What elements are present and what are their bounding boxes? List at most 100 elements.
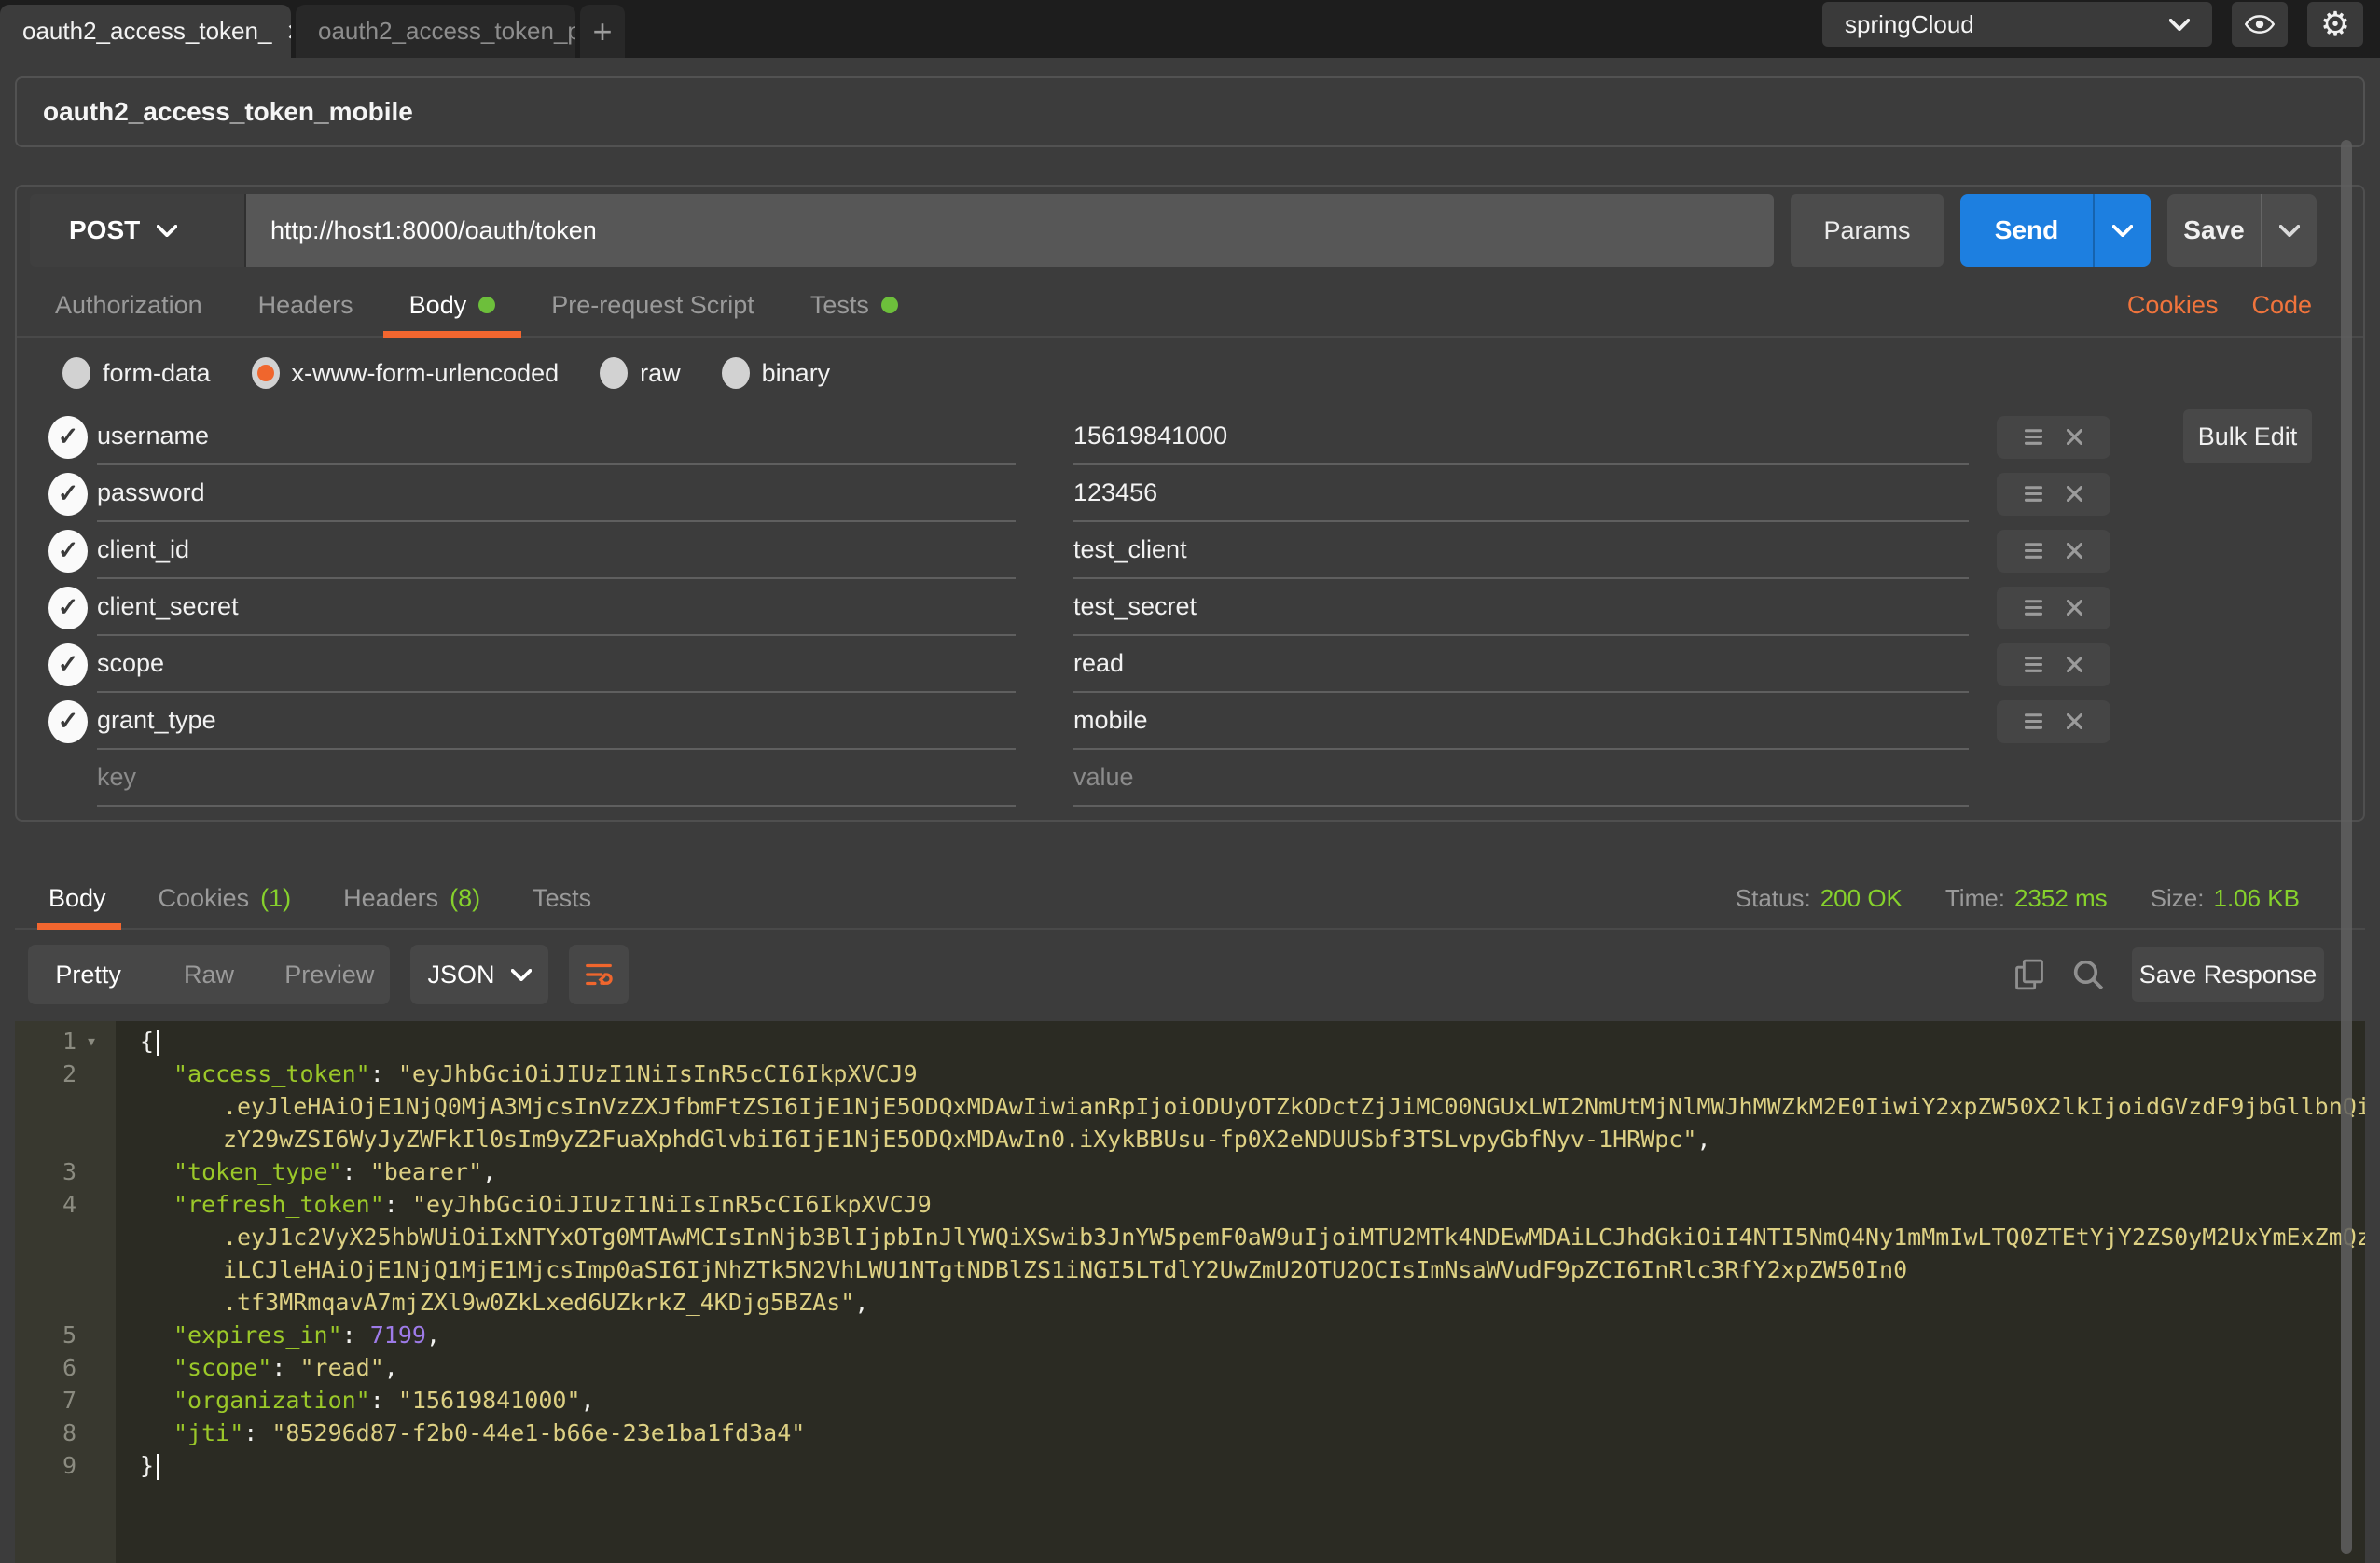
drag-handle-icon[interactable] [2025,486,2042,502]
response-format-selector[interactable]: JSON [410,945,548,1004]
settings-button[interactable]: ⚙ [2307,2,2363,47]
radio-selected-icon[interactable] [252,357,280,389]
response-section: BodyCookies(1)Headers(8)Tests Status:200… [15,868,2365,1563]
response-tab-headers[interactable]: Headers(8) [343,868,480,928]
response-toolbar: PrettyRawPreview JSON [15,945,2365,1004]
delete-row-icon[interactable] [2067,486,2082,502]
key-field[interactable]: client_secret [97,579,1016,636]
value-field[interactable]: read [1073,636,1969,693]
row-enabled-checkbox[interactable]: ✓ [48,587,88,629]
method-selector[interactable]: POST [30,194,246,267]
key-field[interactable]: password [97,465,1016,522]
code-line: 2"access_token": "eyJhbGciOiJIUzI1NiIsIn… [15,1058,2365,1090]
value-placeholder: value [1073,763,1134,792]
vertical-scrollbar[interactable] [2341,140,2352,1554]
response-tab-tests[interactable]: Tests [533,868,591,928]
url-input[interactable]: http://host1:8000/oauth/token [246,194,1774,267]
form-data-row: ✓client_id test_client [37,522,2363,579]
form-data-row: ✓ password 123456 [37,465,2363,522]
value-field[interactable]: mobile [1073,693,1969,750]
body-mode-binary[interactable]: binary [722,357,831,389]
view-mode-pretty[interactable]: Pretty [28,945,148,1004]
key-field[interactable]: scope [97,636,1016,693]
key-field[interactable]: key [97,750,1016,807]
tab-pre-request-script[interactable]: Pre-request Script [551,274,754,336]
pane-splitter[interactable] [0,822,2380,868]
row-enabled-checkbox[interactable]: ✓ [48,473,88,516]
request-tab-oauth2-access-token-passv[interactable]: oauth2_access_token_passv [296,5,575,58]
tab-tests[interactable]: Tests [810,274,898,336]
value-field[interactable]: 15619841000 [1073,408,1969,465]
delete-row-icon[interactable] [2067,543,2082,559]
row-enabled-checkbox[interactable]: ✓ [48,416,88,459]
response-body-viewer[interactable]: 1▾{2"access_token": "eyJhbGciOiJIUzI1NiI… [15,1021,2365,1563]
delete-row-icon[interactable] [2067,657,2082,672]
new-tab-button[interactable]: + [580,5,625,58]
body-mode-selector: form-data x-www-form-urlencoded raw binary [17,338,2363,408]
cookies-link[interactable]: Cookies [2127,291,2219,320]
drag-handle-icon[interactable] [2025,600,2042,616]
value-field[interactable]: value [1073,750,1969,807]
close-icon[interactable]: × [286,17,291,47]
value-field[interactable]: 123456 [1073,465,1969,522]
fold-gutter [76,1319,116,1351]
params-label: Params [1823,216,1910,245]
save-response-button[interactable]: Save Response [2132,947,2324,1002]
params-button[interactable]: Params [1791,194,1944,267]
radio-icon[interactable] [62,357,90,389]
code-text: iLCJleHAiOjE1NjQ1MjE1MjcsImp0aSI6IjNhZTk… [116,1253,1907,1286]
radio-icon[interactable] [722,357,750,389]
copy-response-button[interactable] [2014,959,2044,990]
code-line: 5"expires_in": 7199, [15,1319,2365,1351]
row-enabled-checkbox[interactable]: ✓ [48,700,88,743]
drag-handle-icon[interactable] [2025,713,2042,729]
value-field[interactable]: test_secret [1073,579,1969,636]
key-field[interactable]: username [97,408,1016,465]
code-line: .eyJ1c2VyX25hbWUiOiIxNTYxOTg0MTAwMCIsInN… [15,1221,2365,1253]
line-number: 3 [15,1155,76,1188]
environment-selector[interactable]: springCloud [1822,2,2212,47]
tab-headers[interactable]: Headers [258,274,353,336]
fold-gutter [76,1155,116,1188]
body-mode-form-data[interactable]: form-data [62,357,211,389]
drag-handle-icon[interactable] [2025,657,2042,672]
tab-authorization[interactable]: Authorization [55,274,202,336]
response-tab-cookies[interactable]: Cookies(1) [159,868,292,928]
response-tab-body[interactable]: Body [48,868,106,928]
row-enabled-checkbox[interactable]: ✓ [48,643,88,686]
value-field[interactable]: test_client [1073,522,1969,579]
save-options-button[interactable] [2261,194,2317,267]
body-mode-x-www-form-urlencoded[interactable]: x-www-form-urlencoded [252,357,560,389]
body-mode-raw[interactable]: raw [600,357,681,389]
drag-handle-icon[interactable] [2025,429,2042,445]
code-link[interactable]: Code [2251,291,2312,320]
radio-icon[interactable] [600,357,628,389]
key-field[interactable]: grant_type [97,693,1016,750]
code-line: 6"scope": "read", [15,1351,2365,1384]
response-view-mode-group: PrettyRawPreview [28,945,390,1004]
wrap-text-button[interactable] [569,945,629,1004]
environment-quick-look-button[interactable] [2232,2,2288,47]
send-options-button[interactable] [2093,194,2151,267]
request-tab-oauth2-access-token[interactable]: oauth2_access_token_× [0,5,291,58]
delete-row-icon[interactable] [2067,429,2082,445]
checkbox-cell [37,750,97,807]
delete-row-icon[interactable] [2067,713,2082,729]
fold-arrow-icon[interactable]: ▾ [76,1025,116,1058]
send-button[interactable]: Send [1960,194,2093,267]
chevron-down-icon [2169,19,2190,31]
row-enabled-checkbox[interactable]: ✓ [48,530,88,573]
bulk-edit-button[interactable]: Bulk Edit [2183,409,2312,463]
drag-handle-icon[interactable] [2025,543,2042,559]
key-field[interactable]: client_id [97,522,1016,579]
request-editor-tabs: Authorization Headers Body Pre-request Scri… [17,274,2363,338]
save-button[interactable]: Save [2167,194,2261,267]
view-mode-raw[interactable]: Raw [148,945,269,1004]
key-text: password [97,478,205,507]
delete-row-icon[interactable] [2067,600,2082,616]
search-response-button[interactable] [2072,959,2104,990]
view-mode-preview[interactable]: Preview [270,945,390,1004]
tab-body[interactable]: Body [409,274,496,336]
key-text: client_secret [97,592,239,621]
tab-label: Tests [810,291,869,320]
